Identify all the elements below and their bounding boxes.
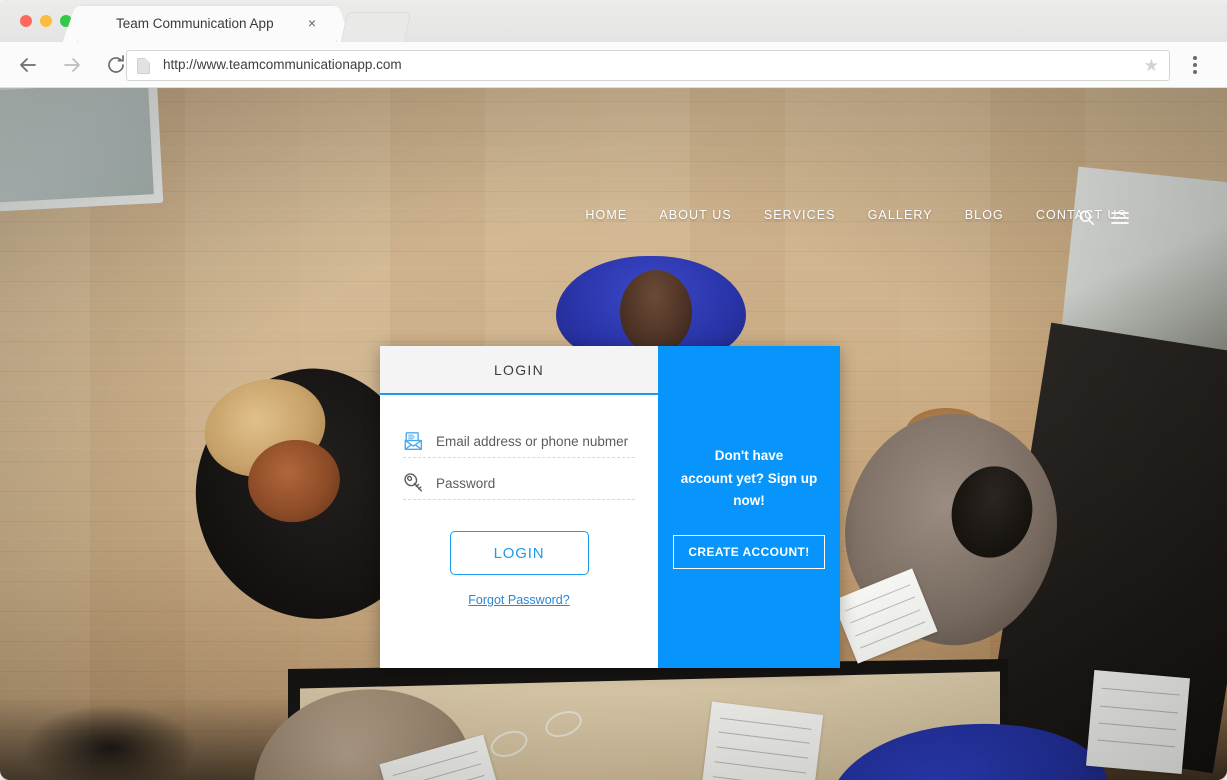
tab-team-communication-app[interactable]: Team Communication App × [78,6,336,42]
address-bar[interactable]: http://www.teamcommunicationapp.com ★ [126,50,1170,81]
email-input[interactable] [436,433,635,449]
signup-panel: Don't have account yet? Sign up now! CRE… [658,346,840,668]
browser-toolbar: http://www.teamcommunicationapp.com ★ [0,42,1227,88]
window-traffic-lights [20,15,72,27]
signup-prompt-line-1: Don't have [714,447,784,463]
address-bar-url: http://www.teamcommunicationapp.com [163,57,402,72]
login-title: LOGIN [493,361,545,378]
signup-prompt: Don't have account yet? Sign up now! [658,445,840,513]
forgot-password-link[interactable]: Forgot Password? [403,593,635,607]
password-input[interactable] [436,475,635,491]
envelope-icon [403,430,425,452]
reload-icon[interactable] [104,53,128,77]
login-form-panel: LOGIN Email address or phone nubmer LOGI… [380,346,658,668]
login-card-header: LOGIN [380,346,658,395]
tab-title: Team Communication App [116,16,274,31]
login-form: LOGIN Forgot Password? [380,395,658,607]
photo-paper [1085,669,1191,775]
photo-window [0,88,164,214]
photo-person-blue-shirt-head [620,270,692,354]
signup-prompt-line-2: account yet? Sign up now! [680,470,818,509]
login-card: LOGIN Email address or phone nubmer LOGI… [380,346,840,668]
browser-window: Team Communication App × http://www.team… [0,0,1227,780]
back-arrow-icon[interactable] [16,53,40,77]
close-icon[interactable]: × [304,15,320,31]
search-icon[interactable] [1078,209,1095,231]
kebab-menu-icon[interactable] [1193,56,1197,77]
tab-new-placeholder[interactable] [340,12,412,42]
close-window-button[interactable] [20,15,32,27]
page-document-icon [137,58,150,74]
minimize-window-button[interactable] [40,15,52,27]
nav-item-about-us[interactable]: ABOUT US [659,208,731,222]
site-navigation-icons [1078,209,1129,231]
nav-item-services[interactable]: SERVICES [764,208,836,222]
key-icon [403,472,425,494]
login-button[interactable]: LOGIN [449,531,589,575]
nav-item-blog[interactable]: BLOG [965,208,1004,222]
password-field-row[interactable] [403,467,635,500]
star-icon[interactable]: ★ [1144,57,1159,75]
photo-paper [700,701,824,780]
browser-tab-strip: Team Communication App × [0,0,1227,42]
nav-item-gallery[interactable]: GALLERY [868,208,933,222]
forward-arrow-icon[interactable] [60,53,84,77]
nav-item-home[interactable]: HOME [585,208,627,222]
page-viewport: HOME ABOUT US SERVICES GALLERY BLOG CONT… [0,88,1227,780]
site-navigation: HOME ABOUT US SERVICES GALLERY BLOG CONT… [585,208,1127,222]
email-field-row[interactable] [403,425,635,458]
hamburger-menu-icon[interactable] [1111,211,1129,230]
create-account-button[interactable]: CREATE ACCOUNT! [673,535,825,569]
